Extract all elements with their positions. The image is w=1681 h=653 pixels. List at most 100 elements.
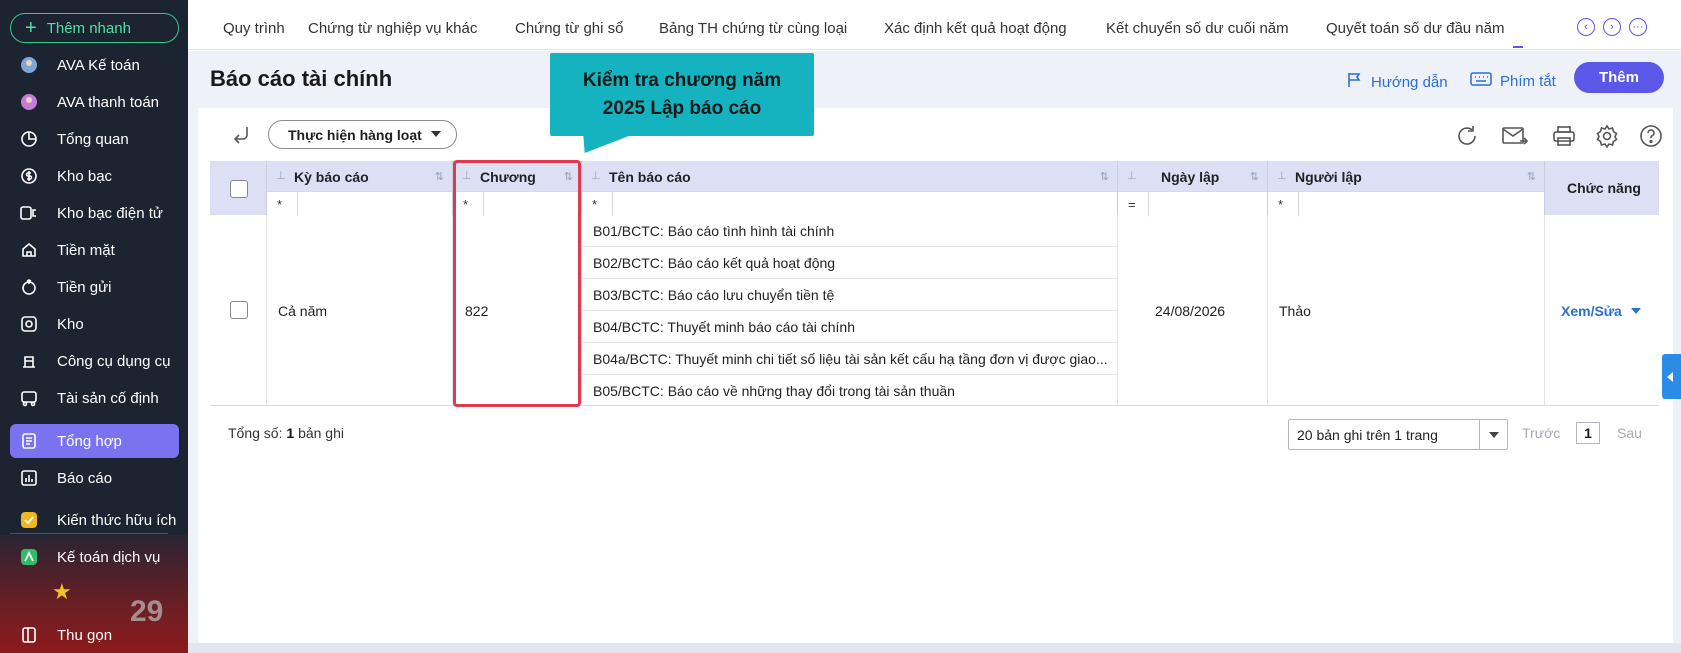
sidebar-item-tong-quan[interactable]: Tổng quan xyxy=(10,122,179,156)
sidebar-item-cong-cu-dung-cu[interactable]: Công cụ dụng cụ xyxy=(10,344,179,378)
tab-ket-chuyen-so-du[interactable]: Kết chuyển số dư cuối năm xyxy=(1106,20,1289,37)
report-item[interactable]: B01/BCTC: Báo cáo tình hình tài chính xyxy=(582,215,1117,247)
table-row[interactable]: Cả năm 822 B01/BCTC: Báo cáo tình hình t… xyxy=(210,215,1659,406)
cash-icon xyxy=(18,239,40,261)
report-icon xyxy=(18,467,40,489)
sidebar-item-tai-san-co-dinh[interactable]: Tài sản cố định xyxy=(10,381,179,415)
prev-page-button[interactable]: Trước xyxy=(1522,425,1560,441)
total-records: Tổng số: 1 bản ghi xyxy=(228,425,344,441)
sidebar-item-ke-toan-dich-vu[interactable]: Kế toán dịch vụ xyxy=(10,540,179,574)
sort-icon[interactable]: ⇅ xyxy=(435,170,444,183)
filter-date[interactable]: = xyxy=(1118,191,1267,216)
date-cell: 24/08/2026 xyxy=(1118,215,1268,406)
refresh-icon[interactable] xyxy=(1454,123,1480,149)
column-action: Chức năng xyxy=(1545,161,1659,215)
select-all-checkbox[interactable] xyxy=(230,180,248,198)
tab-xac-dinh-ket-qua[interactable]: Xác định kết quả hoạt động xyxy=(884,20,1067,37)
summary-icon xyxy=(18,430,40,452)
treasury-icon xyxy=(18,165,40,187)
collapse-icon xyxy=(18,624,40,646)
filter-creator[interactable]: * xyxy=(1268,191,1544,216)
view-edit-button[interactable]: Xem/Sửa xyxy=(1561,303,1641,319)
sidebar-item-bao-cao[interactable]: Báo cáo xyxy=(10,461,179,495)
sort-icon[interactable]: ⇅ xyxy=(1100,170,1109,183)
add-button[interactable]: Thêm xyxy=(1574,62,1664,93)
sidebar-item-label: AVA Kế toán xyxy=(57,56,140,74)
column-label: Người lập xyxy=(1295,169,1362,185)
sidebar-item-kho-bac[interactable]: Kho bạc xyxy=(10,159,179,193)
column-creator[interactable]: ⊥ Người lập ⇅ * xyxy=(1268,161,1545,216)
guide-icon xyxy=(1345,71,1363,93)
quick-add-button[interactable]: + Thêm nhanh xyxy=(10,13,179,43)
column-period[interactable]: ⊥ Kỳ báo cáo ⇅ * xyxy=(267,161,453,216)
creator-cell: Thảo xyxy=(1268,215,1545,406)
sidebar-item-label: Kế toán dịch vụ xyxy=(57,548,161,566)
report-item[interactable]: B04a/BCTC: Thuyết minh chi tiết số liệu … xyxy=(582,343,1117,375)
report-names-cell: B01/BCTC: Báo cáo tình hình tài chính B0… xyxy=(582,215,1118,406)
bulk-action-dropdown[interactable]: Thực hiện hàng loạt xyxy=(268,120,457,149)
report-item[interactable]: B02/BCTC: Báo cáo kết quả hoạt động xyxy=(582,247,1117,279)
sidebar-item-ava-thanh-toan[interactable]: AVA thanh toán xyxy=(10,85,179,119)
shortcut-link[interactable]: Phím tắt xyxy=(1470,71,1556,91)
sidebar-item-tong-hop[interactable]: Tổng hợp xyxy=(10,424,179,458)
current-page[interactable]: 1 xyxy=(1576,422,1600,444)
tab-quyet-toan-so-du[interactable]: Quyết toán số dư đầu năm xyxy=(1326,20,1504,37)
column-label: Chức năng xyxy=(1567,180,1641,196)
page-header: Báo cáo tài chính Hướng dẫn Phím tắt Thê… xyxy=(188,51,1681,108)
sidebar-item-kho-bac-dien-tu[interactable]: Kho bạc điện tử xyxy=(10,196,179,230)
callout-line-2: 2025 Lập báo cáo xyxy=(602,98,762,119)
report-item[interactable]: B05/BCTC: Báo cáo về những thay đổi tron… xyxy=(582,375,1117,407)
row-checkbox[interactable] xyxy=(230,301,248,319)
report-item[interactable]: B04/BCTC: Thuyết minh báo cáo tài chính xyxy=(582,311,1117,343)
tab-chung-tu-ghi-so[interactable]: Chứng từ ghi sổ xyxy=(515,20,623,37)
filter-name[interactable]: * xyxy=(582,191,1117,216)
page-size-select[interactable]: 20 bản ghi trên 1 trang xyxy=(1288,419,1508,450)
tab-chung-tu-nghiep-vu-khac[interactable]: Chứng từ nghiệp vụ khác xyxy=(308,20,477,37)
next-page-button[interactable]: Sau xyxy=(1617,425,1642,441)
print-icon[interactable] xyxy=(1551,123,1577,149)
pin-icon: ⊥ xyxy=(1127,170,1137,182)
report-item[interactable]: B03/BCTC: Báo cáo lưu chuyển tiền tệ xyxy=(582,279,1117,311)
filter-period[interactable]: * xyxy=(267,191,452,216)
callout-note: Kiểm tra chương năm 2025 Lập báo cáo xyxy=(550,53,814,136)
e-treasury-icon xyxy=(18,202,40,224)
side-panel-toggle[interactable] xyxy=(1662,354,1681,399)
gear-icon[interactable] xyxy=(1594,123,1620,149)
tab-quy-trinh[interactable]: Quy trình xyxy=(223,20,285,37)
sidebar-item-kien-thuc[interactable]: Kiến thức hữu ích xyxy=(10,503,179,537)
chevron-left-icon[interactable]: ‹ xyxy=(1577,18,1595,36)
chevron-down-icon[interactable] xyxy=(1630,308,1641,314)
sidebar-item-ava-ke-toan[interactable]: AVA Kế toán xyxy=(10,48,179,82)
return-icon[interactable] xyxy=(230,124,252,152)
more-icon[interactable]: ··· xyxy=(1629,18,1647,36)
keyboard-icon xyxy=(1470,71,1492,91)
send-mail-icon[interactable] xyxy=(1502,123,1528,149)
pin-icon: ⊥ xyxy=(1277,170,1287,182)
tab-bang-th-chung-tu[interactable]: Bảng TH chứng từ cùng loại xyxy=(659,20,847,37)
period-cell: Cả năm xyxy=(267,215,453,406)
callout-tail xyxy=(576,135,632,153)
sidebar-item-label: Tổng quan xyxy=(57,130,129,148)
service-icon xyxy=(18,546,40,568)
sort-icon[interactable]: ⇅ xyxy=(1250,170,1259,183)
sidebar-item-kho[interactable]: Kho xyxy=(10,307,179,341)
sidebar-item-tien-gui[interactable]: Tiền gửi xyxy=(10,270,179,304)
column-date[interactable]: ⊥ Ngày lập ⇅ = xyxy=(1118,161,1268,216)
sidebar-item-label: Kho bạc điện tử xyxy=(57,204,163,222)
chevron-down-icon xyxy=(431,131,441,137)
chevron-down-icon[interactable] xyxy=(1479,420,1507,449)
active-tab-indicator xyxy=(1513,46,1523,48)
knowledge-icon xyxy=(18,509,40,531)
sort-icon[interactable]: ⇅ xyxy=(1527,170,1536,183)
column-name[interactable]: ⊥ Tên báo cáo ⇅ * xyxy=(582,161,1118,216)
sidebar-item-thu-gon[interactable]: Thu gọn xyxy=(10,618,179,652)
chevron-right-icon[interactable]: › xyxy=(1603,18,1621,36)
date-value: 24/08/2026 xyxy=(1155,303,1226,319)
sidebar-item-tien-mat[interactable]: Tiền mặt xyxy=(10,233,179,267)
page-title: Báo cáo tài chính xyxy=(210,66,393,91)
top-tab-bar: Quy trình Chứng từ nghiệp vụ khác Chứng … xyxy=(188,0,1681,50)
help-icon[interactable] xyxy=(1638,123,1664,149)
sidebar-item-label: AVA thanh toán xyxy=(57,93,160,111)
column-label: Ngày lập xyxy=(1161,169,1220,185)
guide-link[interactable]: Hướng dẫn xyxy=(1345,71,1448,93)
